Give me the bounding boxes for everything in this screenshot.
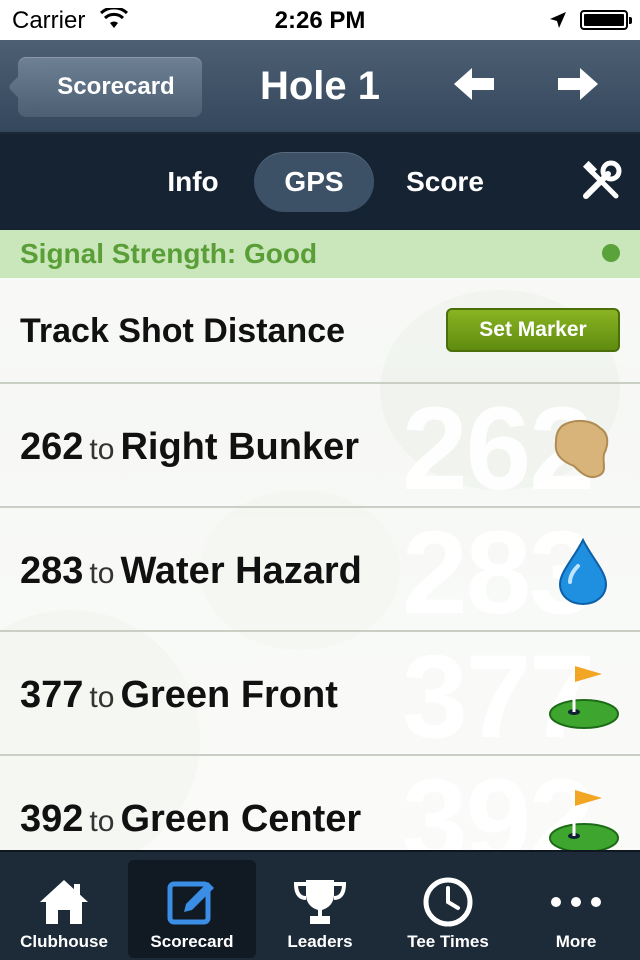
clock-icon <box>420 874 476 930</box>
distance-text: 377 to Green Front <box>20 674 338 717</box>
distance-text: 392 to Green Center <box>20 798 361 841</box>
green-flag-icon <box>548 660 619 730</box>
tab-clubhouse[interactable]: Clubhouse <box>0 860 128 958</box>
edit-icon <box>164 874 220 930</box>
green-flag-icon <box>548 784 619 850</box>
tab-scorecard[interactable]: Scorecard <box>128 860 256 958</box>
distance-target: Water Hazard <box>120 550 362 592</box>
tab-leaders[interactable]: Leaders <box>256 860 384 958</box>
battery-icon <box>580 10 632 30</box>
tab-label: More <box>555 932 597 951</box>
arrow-right-icon[interactable] <box>556 66 600 108</box>
gps-content: Signal Strength: Good Track Shot Distanc… <box>0 230 640 850</box>
tab-label: Tee Times <box>407 932 489 951</box>
tab-score[interactable]: Score <box>390 152 500 212</box>
tab-bar: Clubhouse Scorecard Leaders Tee Times Mo… <box>0 850 640 960</box>
distance-to: to <box>89 433 115 466</box>
tab-label: Leaders <box>287 932 353 951</box>
tab-info[interactable]: Info <box>148 152 238 212</box>
distance-to: to <box>89 557 115 590</box>
tab-label: Scorecard <box>150 932 234 951</box>
location-arrow-icon <box>548 9 568 37</box>
signal-indicator-icon <box>602 244 620 262</box>
distance-row[interactable]: 283 283 to Water Hazard <box>0 508 640 632</box>
distance-target: Right Bunker <box>120 426 359 468</box>
distance-yards: 392 <box>20 798 84 840</box>
distance-to: to <box>89 805 115 838</box>
arrow-left-icon[interactable] <box>452 66 496 108</box>
clock-time: 2:26 PM <box>274 7 366 34</box>
water-drop-icon <box>548 536 618 606</box>
distance-text: 283 to Water Hazard <box>20 550 362 593</box>
status-bar: Carrier 2:26 PM <box>0 0 640 40</box>
distance-text: 262 to Right Bunker <box>20 426 359 469</box>
distance-row[interactable]: 377 377 to Green Front <box>0 632 640 756</box>
distance-yards: 377 <box>20 674 84 716</box>
distance-yards: 283 <box>20 550 84 592</box>
back-scorecard-button[interactable]: Scorecard <box>18 57 202 117</box>
signal-strength-text: Signal Strength: Good <box>20 238 318 269</box>
tab-label: Clubhouse <box>20 932 108 951</box>
distance-yards: 262 <box>20 426 84 468</box>
back-button-label: Scorecard <box>57 73 175 100</box>
house-icon <box>36 874 92 930</box>
tab-tee-times[interactable]: Tee Times <box>384 860 512 958</box>
segmented-control: Info GPS Score <box>0 134 640 230</box>
trophy-icon <box>292 874 348 930</box>
distance-target: Green Front <box>120 674 338 716</box>
navigation-bar: Scorecard Hole 1 <box>0 40 640 134</box>
tab-gps[interactable]: GPS <box>254 152 374 212</box>
track-shot-label: Track Shot Distance <box>20 312 346 350</box>
tools-icon[interactable] <box>580 160 624 209</box>
distance-row[interactable]: 392 392 to Green Center <box>0 756 640 850</box>
bunker-icon <box>548 412 618 482</box>
page-title: Hole 1 <box>259 64 381 108</box>
set-marker-button[interactable]: Set Marker <box>446 308 620 352</box>
tab-more[interactable]: More <box>512 860 640 958</box>
distance-row[interactable]: 262 262 to Right Bunker <box>0 384 640 508</box>
signal-strength-bar: Signal Strength: Good <box>0 230 640 278</box>
track-shot-row: Track Shot Distance Set Marker <box>0 278 640 384</box>
distance-target: Green Center <box>120 798 362 840</box>
distance-to: to <box>89 681 115 714</box>
more-dots-icon <box>548 874 604 930</box>
